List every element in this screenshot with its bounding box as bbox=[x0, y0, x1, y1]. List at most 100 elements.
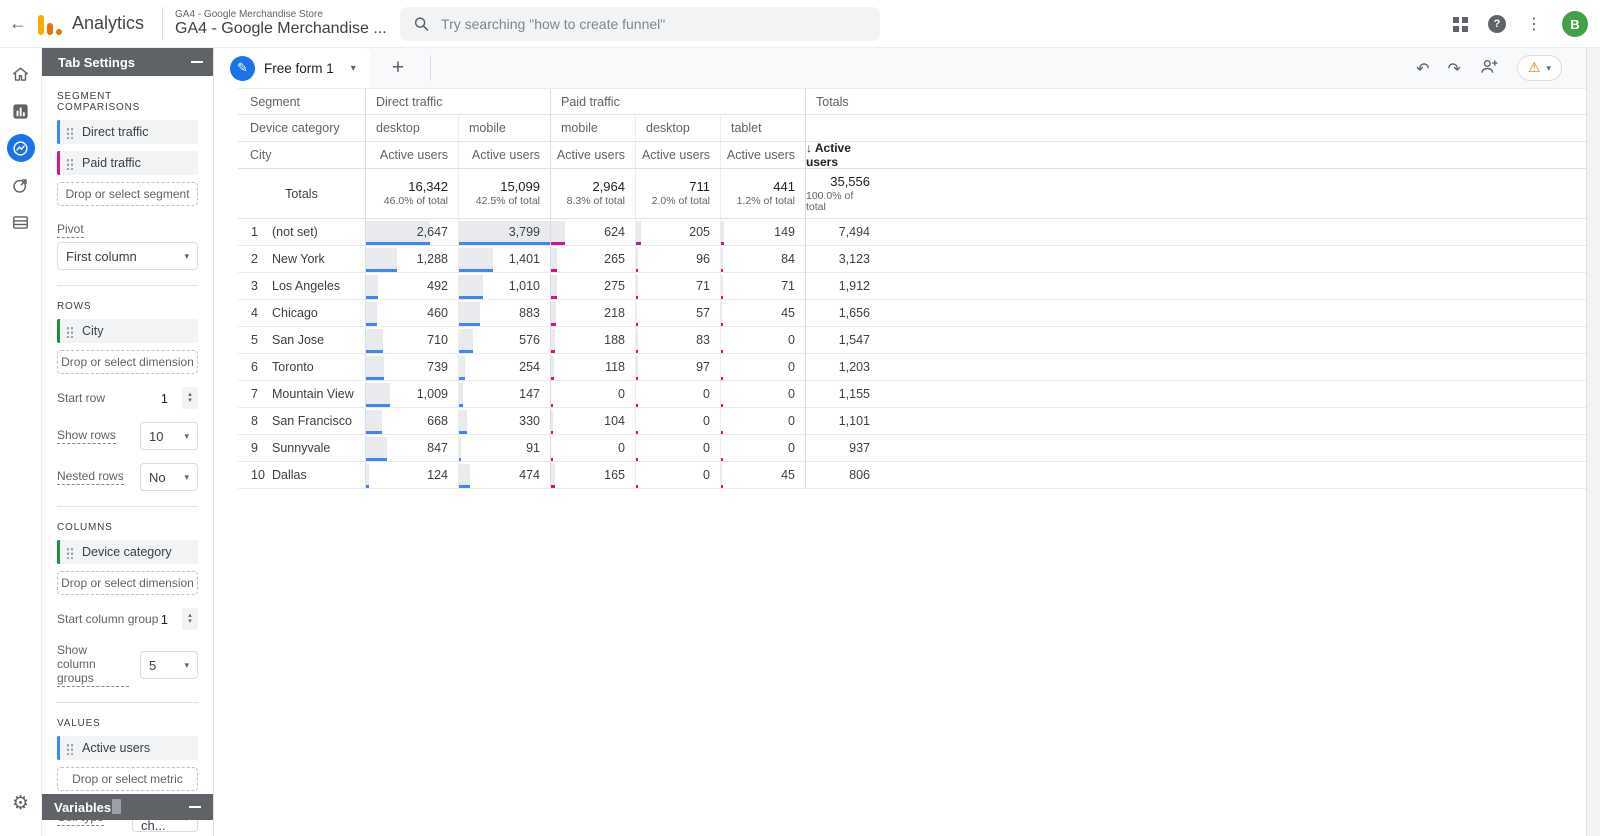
drag-handle-icon[interactable] bbox=[66, 546, 74, 559]
segment-chip-direct-traffic[interactable]: Direct traffic bbox=[57, 120, 198, 144]
row-dimension-chip-city[interactable]: City bbox=[57, 319, 198, 343]
drag-handle-icon[interactable] bbox=[66, 126, 74, 139]
drag-handle-icon[interactable] bbox=[66, 157, 74, 170]
chevron-down-icon[interactable]: ▾ bbox=[351, 63, 356, 74]
search-input[interactable] bbox=[441, 16, 866, 32]
table-row[interactable]: 6Toronto7392541189701,203 bbox=[238, 354, 1586, 381]
column-header-active-users[interactable]: Active users bbox=[458, 142, 550, 168]
redo-icon[interactable]: ↷ bbox=[1448, 59, 1461, 78]
row-dimension-drop-zone[interactable]: Drop or select dimension bbox=[57, 350, 198, 374]
column-header-active-users[interactable]: Active users bbox=[635, 142, 720, 168]
segment-color-bar bbox=[551, 323, 556, 326]
row-total-cell: 7,494 bbox=[805, 219, 880, 245]
app-bar: ← Analytics GA4 - Google Merchandise Sto… bbox=[0, 0, 1600, 48]
add-tab-button[interactable]: + bbox=[392, 56, 404, 80]
metric-value: 57 bbox=[696, 306, 710, 320]
metric-value: 0 bbox=[703, 468, 710, 482]
bar-fill bbox=[459, 302, 480, 323]
settings-gear-icon[interactable]: ⚙ bbox=[12, 792, 29, 814]
city-name: Dallas bbox=[272, 468, 307, 482]
segment-chip-paid-traffic[interactable]: Paid traffic bbox=[57, 151, 198, 175]
metric-value: 118 bbox=[605, 360, 625, 374]
segment-color-bar bbox=[636, 404, 638, 407]
sorted-column-header-active-users[interactable]: ↓ Active users bbox=[805, 142, 880, 168]
totals-group-header: Totals bbox=[805, 89, 880, 114]
library-icon[interactable] bbox=[7, 208, 35, 236]
segment-color-bar bbox=[721, 431, 723, 434]
table-row[interactable]: 7Mountain View1,0091470001,155 bbox=[238, 381, 1586, 408]
device-header-mobile[interactable]: mobile bbox=[458, 115, 550, 141]
undo-icon[interactable]: ↶ bbox=[1416, 59, 1429, 78]
device-header-mobile[interactable]: mobile bbox=[550, 115, 635, 141]
column-header-active-users[interactable]: Active users bbox=[365, 142, 458, 168]
drag-handle-icon[interactable] bbox=[66, 325, 74, 338]
collapse-icon[interactable] bbox=[189, 806, 201, 808]
device-header-desktop[interactable]: desktop bbox=[365, 115, 458, 141]
home-icon[interactable] bbox=[7, 60, 35, 88]
metric-bar-cell: 165 bbox=[550, 462, 635, 488]
bar-fill bbox=[366, 275, 378, 296]
start-row-value[interactable]: 1 bbox=[161, 391, 168, 406]
row-total-cell: 937 bbox=[805, 435, 880, 461]
collapse-icon[interactable] bbox=[191, 61, 203, 63]
column-dimension-chip-device-category[interactable]: Device category bbox=[57, 540, 198, 564]
show-column-groups-select[interactable]: 5 ▾ bbox=[140, 651, 198, 679]
bar-fill bbox=[636, 221, 641, 242]
table-row[interactable]: 9Sunnyvale84791000937 bbox=[238, 435, 1586, 462]
segment-group-paid-traffic[interactable]: Paid traffic bbox=[550, 89, 805, 114]
back-icon[interactable]: ← bbox=[0, 13, 36, 34]
drag-handle-icon[interactable] bbox=[66, 742, 74, 755]
table-row[interactable]: 10Dallas124474165045806 bbox=[238, 462, 1586, 489]
city-name: Los Angeles bbox=[272, 279, 340, 293]
tab-settings-header[interactable]: Tab Settings bbox=[42, 48, 213, 76]
table-row[interactable]: 3Los Angeles4921,01027571711,912 bbox=[238, 273, 1586, 300]
segment-color-bar bbox=[721, 485, 723, 488]
segment-color-bar bbox=[551, 485, 555, 488]
reports-icon[interactable] bbox=[7, 97, 35, 125]
explore-icon-selected[interactable] bbox=[7, 134, 35, 162]
advertising-icon[interactable] bbox=[7, 171, 35, 199]
start-column-group-stepper[interactable]: ▴▾ bbox=[182, 608, 198, 630]
city-header-label[interactable]: City bbox=[238, 142, 365, 168]
metric-value: 883 bbox=[519, 306, 540, 320]
tab-free-form-1[interactable]: ✎ Free form 1 ▾ bbox=[214, 48, 370, 88]
share-user-add-icon[interactable] bbox=[1479, 57, 1499, 79]
table-row[interactable]: 2New York1,2881,40126596843,123 bbox=[238, 246, 1586, 273]
metric-value: 0 bbox=[788, 333, 795, 347]
metric-bar-cell: 91 bbox=[458, 435, 550, 461]
segment-color-bar bbox=[459, 404, 463, 407]
device-header-tablet[interactable]: tablet bbox=[720, 115, 805, 141]
column-header-active-users[interactable]: Active users bbox=[550, 142, 635, 168]
more-options-icon[interactable]: ⋮ bbox=[1526, 14, 1542, 34]
pivot-select[interactable]: First column ▾ bbox=[57, 242, 198, 270]
edit-pencil-icon[interactable]: ✎ bbox=[230, 56, 255, 81]
user-avatar[interactable]: B bbox=[1562, 11, 1588, 37]
property-selector[interactable]: GA4 - Google Merchandise Store GA4 - Goo… bbox=[162, 7, 387, 41]
vertical-scrollbar[interactable] bbox=[1586, 48, 1600, 836]
table-row[interactable]: 1(not set)2,6473,7996242051497,494 bbox=[238, 219, 1586, 246]
segment-drop-zone[interactable]: Drop or select segment bbox=[57, 182, 198, 206]
value-chip-active-users[interactable]: Active users bbox=[57, 736, 198, 760]
warning-status-button[interactable]: ⚠ ▾ bbox=[1517, 55, 1562, 81]
metric-value: 624 bbox=[604, 225, 625, 239]
start-row-stepper[interactable]: ▴▾ bbox=[182, 387, 198, 409]
metric-bar-cell: 492 bbox=[365, 273, 458, 299]
table-row[interactable]: 5San Jose7105761888301,547 bbox=[238, 327, 1586, 354]
device-header-desktop[interactable]: desktop bbox=[635, 115, 720, 141]
diagnostics-grid-icon[interactable] bbox=[1453, 17, 1468, 32]
nested-rows-select[interactable]: No ▾ bbox=[140, 463, 198, 491]
totals-value: 15,099 bbox=[500, 180, 540, 193]
bar-fill bbox=[459, 275, 483, 296]
table-row[interactable]: 8San Francisco668330104001,101 bbox=[238, 408, 1586, 435]
column-header-active-users[interactable]: Active users bbox=[720, 142, 805, 168]
show-rows-select[interactable]: 10 ▾ bbox=[140, 422, 198, 450]
metric-drop-zone[interactable]: Drop or select metric bbox=[57, 767, 198, 791]
table-row[interactable]: 4Chicago46088321857451,656 bbox=[238, 300, 1586, 327]
city-name: Toronto bbox=[272, 360, 314, 374]
segment-group-direct-traffic[interactable]: Direct traffic bbox=[365, 89, 550, 114]
variables-panel-header[interactable]: Variables bbox=[42, 794, 213, 820]
search-bar[interactable] bbox=[400, 7, 880, 41]
start-column-group-value[interactable]: 1 bbox=[161, 612, 168, 627]
column-dimension-drop-zone[interactable]: Drop or select dimension bbox=[57, 571, 198, 595]
help-icon[interactable]: ? bbox=[1488, 15, 1506, 33]
